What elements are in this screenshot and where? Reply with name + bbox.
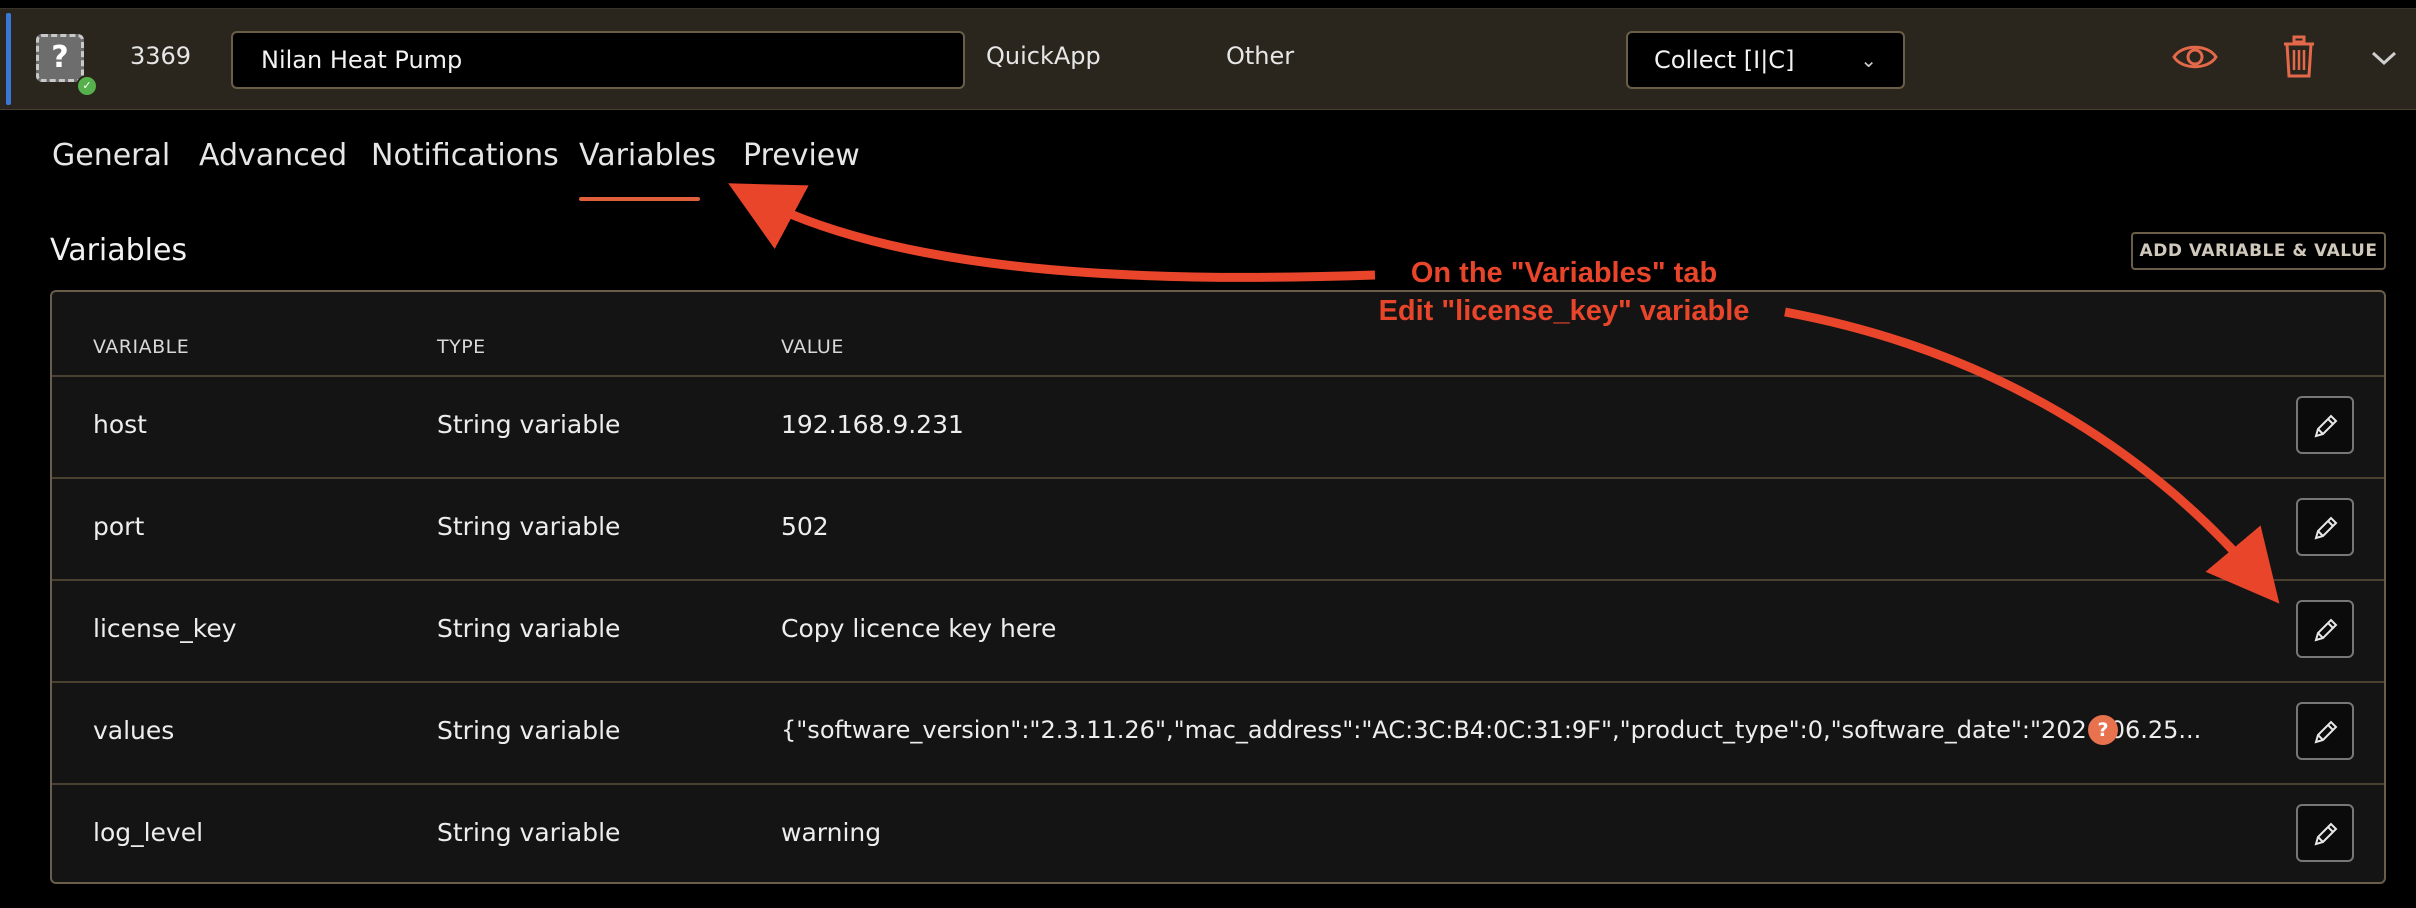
table-row: values String variable {"software_versio… xyxy=(52,681,2384,785)
variable-value: 502 xyxy=(781,512,829,541)
variable-value: Copy licence key here xyxy=(781,614,1057,643)
pencil-icon xyxy=(2314,822,2338,846)
variable-name: license_key xyxy=(93,614,237,643)
variable-type: String variable xyxy=(437,818,621,847)
selection-accent xyxy=(6,13,11,105)
tab-variables[interactable]: Variables xyxy=(579,138,716,173)
help-icon[interactable]: ? xyxy=(2088,715,2118,745)
edit-button[interactable] xyxy=(2296,600,2354,658)
device-type: QuickApp xyxy=(986,42,1101,70)
collect-select[interactable]: Collect [I|C] ⌄ xyxy=(1626,31,1905,89)
question-device-icon: ? xyxy=(36,34,84,82)
tab-bar: General Advanced Notifications Variables… xyxy=(0,108,2416,203)
edit-button[interactable] xyxy=(2296,702,2354,760)
add-variable-button[interactable]: ADD VARIABLE & VALUE xyxy=(2131,232,2386,270)
pencil-icon xyxy=(2314,414,2338,438)
tab-general[interactable]: General xyxy=(52,138,170,173)
variable-name: host xyxy=(93,410,147,439)
column-header-type: TYPE xyxy=(437,336,486,358)
pencil-icon xyxy=(2314,720,2338,744)
variable-type: String variable xyxy=(437,716,621,745)
variable-value: {"software_version":"2.3.11.26","mac_add… xyxy=(781,716,2202,744)
check-badge-icon: ✓ xyxy=(76,75,98,97)
variable-name: values xyxy=(93,716,175,745)
variable-name: port xyxy=(93,512,145,541)
device-name-input[interactable] xyxy=(231,31,965,89)
table-row: license_key String variable Copy licence… xyxy=(52,579,2384,683)
column-header-value: VALUE xyxy=(781,336,844,358)
section-title: Variables xyxy=(50,233,188,268)
collect-select-value: Collect [I|C] xyxy=(1654,46,1795,74)
variable-value: warning xyxy=(781,818,882,847)
variable-type: String variable xyxy=(437,512,621,541)
variable-type: String variable xyxy=(437,614,621,643)
chevron-down-icon: ⌄ xyxy=(1860,48,1877,72)
edit-button[interactable] xyxy=(2296,804,2354,862)
tab-notifications[interactable]: Notifications xyxy=(371,138,559,173)
device-header-bar: ? ✓ 3369 QuickApp Other Collect [I|C] ⌄ xyxy=(0,8,2416,110)
annotation-line-1: On the "Variables" tab xyxy=(1411,257,1717,289)
variable-type: String variable xyxy=(437,410,621,439)
eye-icon[interactable] xyxy=(2172,37,2218,81)
pencil-icon xyxy=(2314,618,2338,642)
arrow-to-variables-tab xyxy=(728,183,1376,282)
column-header-variable: VARIABLE xyxy=(93,336,190,358)
table-row: host String variable 192.168.9.231 xyxy=(52,375,2384,479)
tab-advanced[interactable]: Advanced xyxy=(199,138,347,173)
variable-name: log_level xyxy=(93,818,204,847)
table-row: log_level String variable warning xyxy=(52,783,2384,882)
edit-button[interactable] xyxy=(2296,396,2354,454)
tab-preview[interactable]: Preview xyxy=(743,138,860,173)
table-row: port String variable 502 xyxy=(52,477,2384,581)
variables-table: VARIABLE TYPE VALUE host String variable… xyxy=(50,290,2386,884)
device-id: 3369 xyxy=(130,42,192,70)
collapse-chevron-icon[interactable] xyxy=(2370,49,2398,71)
trash-icon[interactable] xyxy=(2281,35,2317,83)
edit-button[interactable] xyxy=(2296,498,2354,556)
variable-value: 192.168.9.231 xyxy=(781,410,964,439)
active-tab-indicator xyxy=(579,197,700,201)
table-header: VARIABLE TYPE VALUE xyxy=(52,292,2384,377)
device-category: Other xyxy=(1226,42,1295,70)
pencil-icon xyxy=(2314,516,2338,540)
